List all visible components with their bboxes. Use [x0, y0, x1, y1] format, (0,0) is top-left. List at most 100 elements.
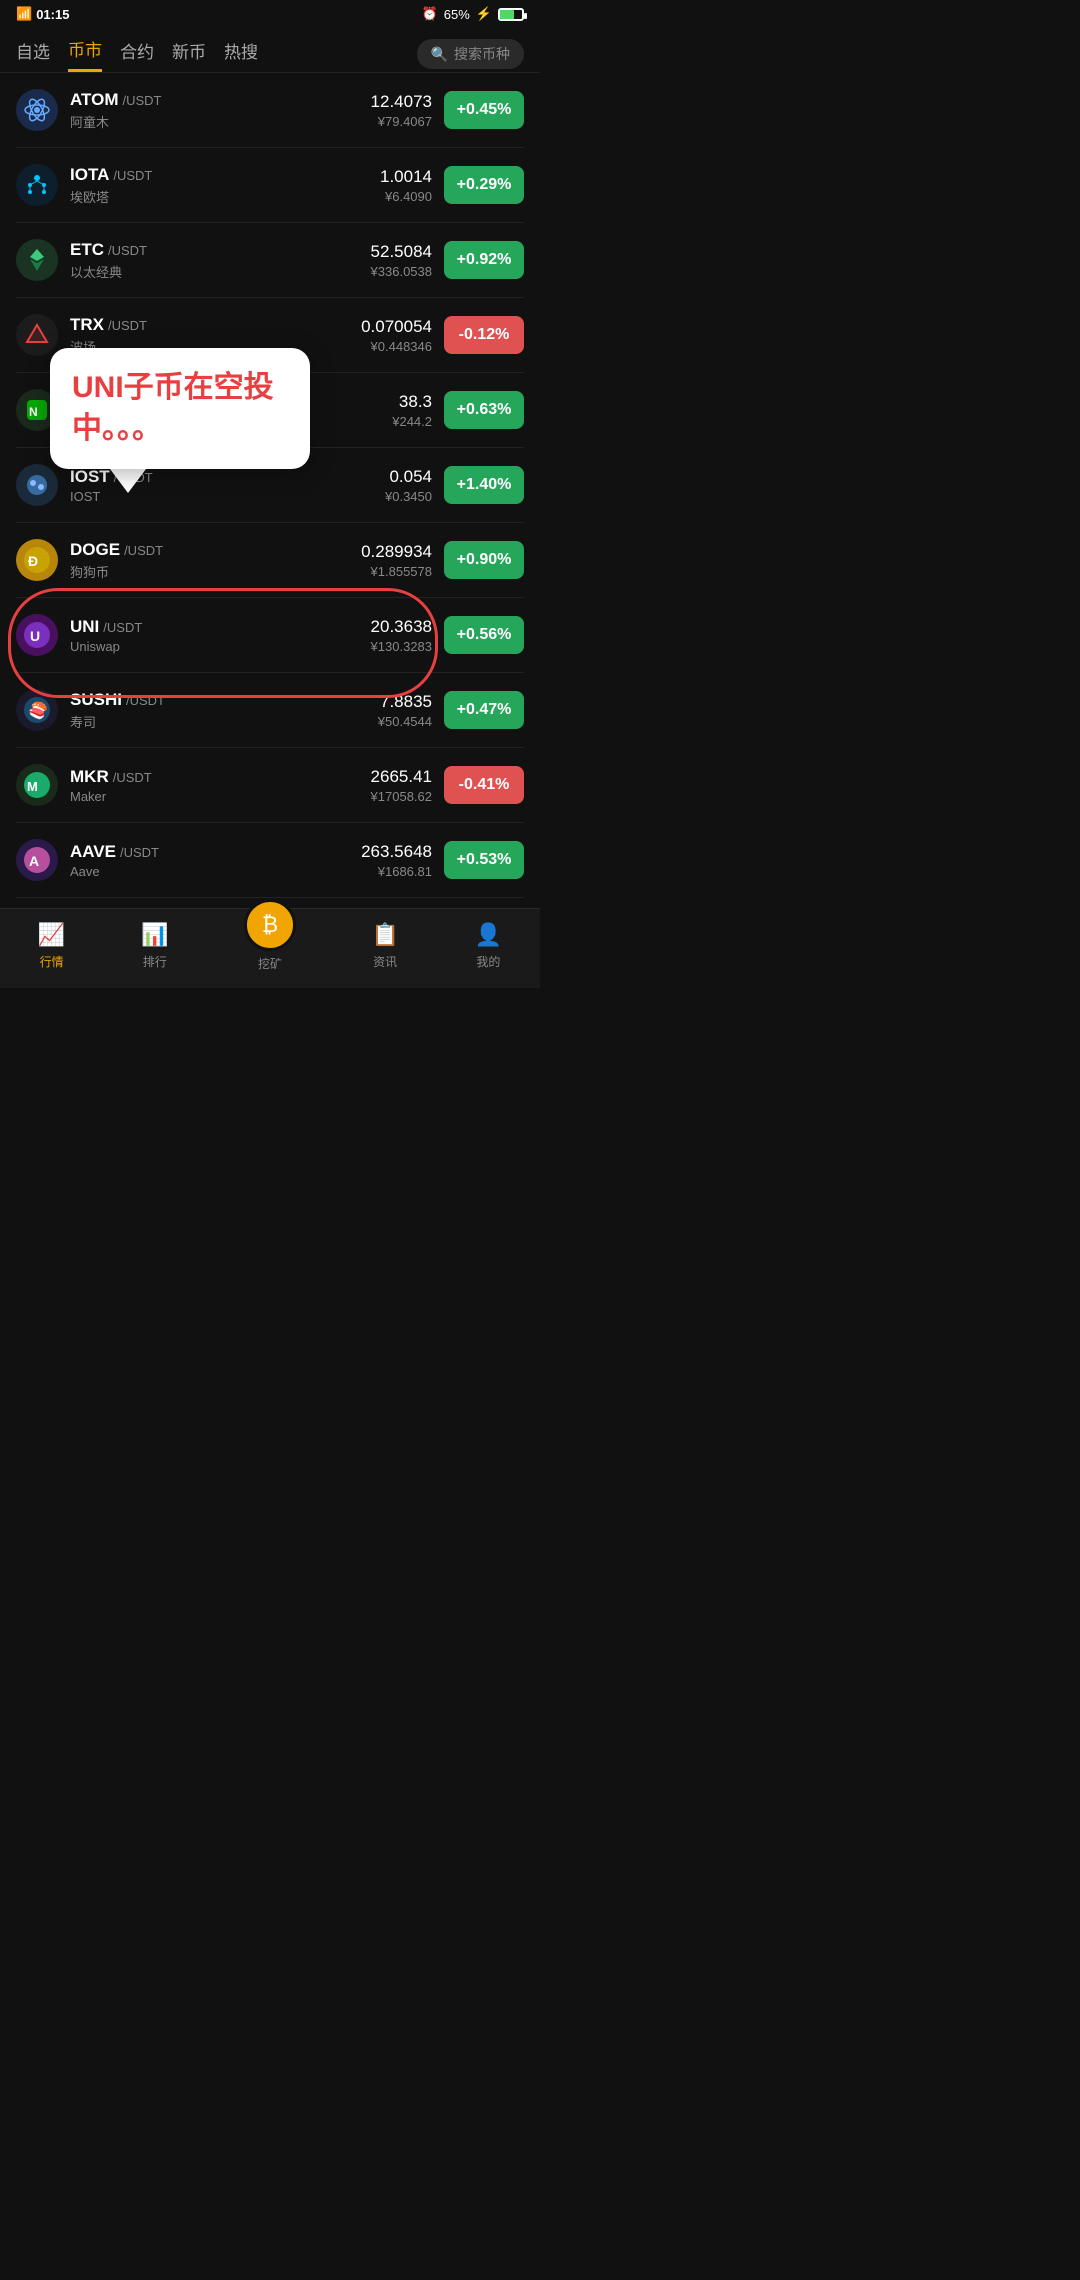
- coin-icon-atom: [16, 89, 58, 131]
- coin-price-neo: 38.3 ¥244.2: [392, 392, 432, 429]
- coin-cn-sushi: 寿司: [70, 712, 378, 731]
- coin-pair-etc: /USDT: [108, 243, 147, 258]
- coin-row-mkr[interactable]: M MKR /USDT Maker 2665.41 ¥17058.62 -0.4…: [16, 748, 524, 823]
- coin-row-aave[interactable]: A AAVE /USDT Aave 263.5648 ¥1686.81 +0.5…: [16, 823, 524, 898]
- coin-info-aave: AAVE /USDT Aave: [70, 842, 361, 879]
- coin-pair-aave: /USDT: [120, 845, 159, 860]
- market-icon: 📈: [38, 921, 66, 949]
- nav-item-rank[interactable]: 📊 排行: [141, 921, 169, 970]
- coin-symbol-sushi: SUSHI: [70, 690, 122, 710]
- battery-percent: 65%: [444, 7, 470, 22]
- coin-info-doge: DOGE /USDT 狗狗币: [70, 540, 361, 581]
- change-badge-iost: +1.40%: [444, 466, 524, 504]
- coin-pair-sushi: /USDT: [126, 693, 165, 708]
- bubble-text: UNI子币在空投中。。。: [72, 368, 288, 449]
- coin-price-sushi: 7.8835 ¥50.4544: [378, 692, 432, 729]
- mining-icon: ₿: [244, 899, 296, 951]
- coin-list: UNI子币在空投中。。。 ATOM /USDT 阿童木 12.4073 ¥79.…: [0, 73, 540, 898]
- nav-label-profile: 我的: [476, 953, 500, 970]
- change-badge-atom: +0.45%: [444, 91, 524, 129]
- coin-symbol-aave: AAVE: [70, 842, 116, 862]
- change-badge-trx: -0.12%: [444, 316, 524, 354]
- coin-icon-doge: Ð: [16, 539, 58, 581]
- change-badge-doge: +0.90%: [444, 541, 524, 579]
- nav-item-market[interactable]: 📈 行情: [38, 921, 66, 970]
- nav-item-profile[interactable]: 👤 我的: [474, 921, 502, 970]
- coin-cn-iota: 埃欧塔: [70, 187, 380, 206]
- coin-pair-trx: /USDT: [108, 318, 147, 333]
- nav-item-mining[interactable]: ₿ 挖矿: [244, 919, 296, 972]
- tab-zixuan[interactable]: 自选: [16, 38, 50, 71]
- svg-text:Ð: Ð: [28, 553, 38, 569]
- coin-pair-atom: /USDT: [122, 93, 161, 108]
- coin-pair-iota: /USDT: [113, 168, 152, 183]
- coin-symbol-mkr: MKR: [70, 767, 109, 787]
- svg-text:🍣: 🍣: [28, 701, 48, 720]
- coin-icon-mkr: M: [16, 764, 58, 806]
- coin-row-doge[interactable]: Ð DOGE /USDT 狗狗币 0.289934 ¥1.855578 +0.9…: [16, 523, 524, 598]
- change-badge-sushi: +0.47%: [444, 691, 524, 729]
- change-badge-etc: +0.92%: [444, 241, 524, 279]
- change-badge-neo: +0.63%: [444, 391, 524, 429]
- coin-info-mkr: MKR /USDT Maker: [70, 767, 371, 804]
- bolt-icon: ⚡: [476, 6, 492, 22]
- coin-price-iost: 0.054 ¥0.3450: [385, 467, 432, 504]
- svg-text:M: M: [27, 779, 38, 794]
- tab-xinbi[interactable]: 新币: [172, 38, 206, 71]
- coin-price-aave: 263.5648 ¥1686.81: [361, 842, 432, 879]
- coin-info-atom: ATOM /USDT 阿童木: [70, 90, 371, 131]
- nav-tabs: 自选 币市 合约 新币 热搜 🔍 搜索币种: [0, 26, 540, 73]
- coin-icon-sushi: 🍣: [16, 689, 58, 731]
- time: 01:15: [36, 7, 69, 22]
- coin-icon-iota: [16, 164, 58, 206]
- coin-price-etc: 52.5084 ¥336.0538: [371, 242, 432, 279]
- search-placeholder: 搜索币种: [454, 44, 510, 64]
- coin-icon-aave: A: [16, 839, 58, 881]
- coin-symbol-etc: ETC: [70, 240, 104, 260]
- rank-icon: 📊: [141, 921, 169, 949]
- coin-cn-mkr: Maker: [70, 789, 371, 804]
- change-badge-uni: +0.56%: [444, 616, 524, 654]
- coin-row-sushi[interactable]: 🍣 SUSHI /USDT 寿司 7.8835 ¥50.4544 +0.47%: [16, 673, 524, 748]
- coin-row-uni[interactable]: U UNI /USDT Uniswap 20.3638 ¥130.3283 +0…: [16, 598, 524, 673]
- coin-price-atom: 12.4073 ¥79.4067: [371, 92, 432, 129]
- coin-cn-aave: Aave: [70, 864, 361, 879]
- change-badge-aave: +0.53%: [444, 841, 524, 879]
- coin-pair-mkr: /USDT: [113, 770, 152, 785]
- battery-icon: [498, 8, 524, 21]
- news-icon: 📋: [371, 921, 399, 949]
- coin-price-uni: 20.3638 ¥130.3283: [371, 617, 432, 654]
- tab-bishi[interactable]: 币市: [68, 36, 102, 72]
- coin-cn-atom: 阿童木: [70, 112, 371, 131]
- coin-pair-doge: /USDT: [124, 543, 163, 558]
- coin-row-etc[interactable]: ETC /USDT 以太经典 52.5084 ¥336.0538 +0.92%: [16, 223, 524, 298]
- coin-symbol-doge: DOGE: [70, 540, 120, 560]
- coin-price-iota: 1.0014 ¥6.4090: [380, 167, 432, 204]
- bottom-nav: 📈 行情 📊 排行 ₿ 挖矿 📋 资讯 👤 我的: [0, 908, 540, 988]
- nav-label-rank: 排行: [143, 953, 167, 970]
- tab-heyue[interactable]: 合约: [120, 38, 154, 71]
- nav-label-news: 资讯: [373, 953, 397, 970]
- coin-price-doge: 0.289934 ¥1.855578: [361, 542, 432, 579]
- coin-row-iota[interactable]: IOTA /USDT 埃欧塔 1.0014 ¥6.4090 +0.29%: [16, 148, 524, 223]
- coin-cn-uni: Uniswap: [70, 639, 371, 654]
- nav-label-mining: 挖矿: [258, 955, 282, 972]
- coin-row-atom[interactable]: ATOM /USDT 阿童木 12.4073 ¥79.4067 +0.45%: [16, 73, 524, 148]
- alarm-icon: ⏰: [422, 6, 438, 22]
- profile-icon: 👤: [474, 921, 502, 949]
- change-badge-mkr: -0.41%: [444, 766, 524, 804]
- coin-icon-etc: [16, 239, 58, 281]
- signal-icon: 📶: [16, 6, 32, 22]
- coin-symbol-iota: IOTA: [70, 165, 109, 185]
- coin-price-trx: 0.070054 ¥0.448346: [361, 317, 432, 354]
- change-badge-iota: +0.29%: [444, 166, 524, 204]
- tab-resou[interactable]: 热搜: [224, 38, 258, 71]
- coin-info-sushi: SUSHI /USDT 寿司: [70, 690, 378, 731]
- svg-text:A: A: [29, 853, 39, 869]
- coin-symbol-trx: TRX: [70, 315, 104, 335]
- nav-item-news[interactable]: 📋 资讯: [371, 921, 399, 970]
- coin-info-etc: ETC /USDT 以太经典: [70, 240, 371, 281]
- coin-info-iota: IOTA /USDT 埃欧塔: [70, 165, 380, 206]
- status-bar: 📶 01:15 ⏰ 65% ⚡: [0, 0, 540, 26]
- search-box[interactable]: 🔍 搜索币种: [417, 39, 524, 69]
